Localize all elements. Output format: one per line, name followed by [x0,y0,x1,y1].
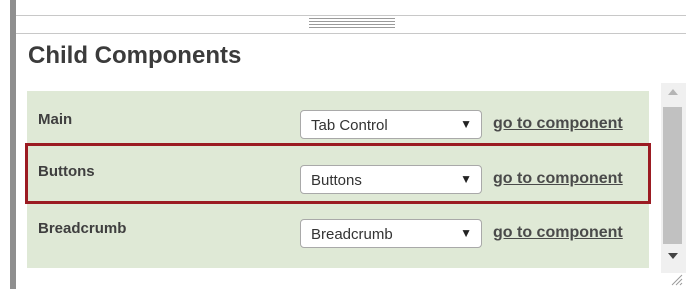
header-divider [16,33,686,34]
row-label: Main [38,111,73,128]
section-title: Child Components [28,42,242,69]
component-select[interactable]: Breadcrumb ▼ [300,219,482,248]
go-to-component-link[interactable]: go to component [493,115,623,133]
component-row-breadcrumb: Breadcrumb Breadcrumb ▼ go to component [27,202,649,256]
caret-down-icon: ▼ [460,172,472,186]
go-to-component-link[interactable]: go to component [493,224,623,242]
scroll-down-arrow-icon[interactable] [668,253,678,259]
scroll-up-arrow-icon[interactable] [668,89,678,95]
left-border [10,0,16,289]
component-select[interactable]: Tab Control ▼ [300,110,482,139]
drag-handle[interactable] [309,18,395,30]
vertical-scrollbar[interactable] [661,83,686,273]
row-label: Buttons [38,163,95,180]
go-to-component-link[interactable]: go to component [493,170,623,188]
component-row-main: Main Tab Control ▼ go to component [27,91,649,145]
component-select[interactable]: Buttons ▼ [300,165,482,194]
component-row-buttons: Buttons Buttons ▼ go to component [25,143,651,204]
select-value: Buttons [311,172,362,189]
select-value: Tab Control [311,117,388,134]
component-editor-frame: Child Components Main Tab Control ▼ go t… [0,0,686,289]
top-divider [16,15,686,16]
row-label: Breadcrumb [38,220,127,237]
caret-down-icon: ▼ [460,226,472,240]
resize-grip-icon[interactable] [669,272,683,286]
child-components-panel: Main Tab Control ▼ go to component Butto… [25,91,651,268]
scrollbar-thumb[interactable] [663,107,682,244]
caret-down-icon: ▼ [460,117,472,131]
select-value: Breadcrumb [311,226,393,243]
